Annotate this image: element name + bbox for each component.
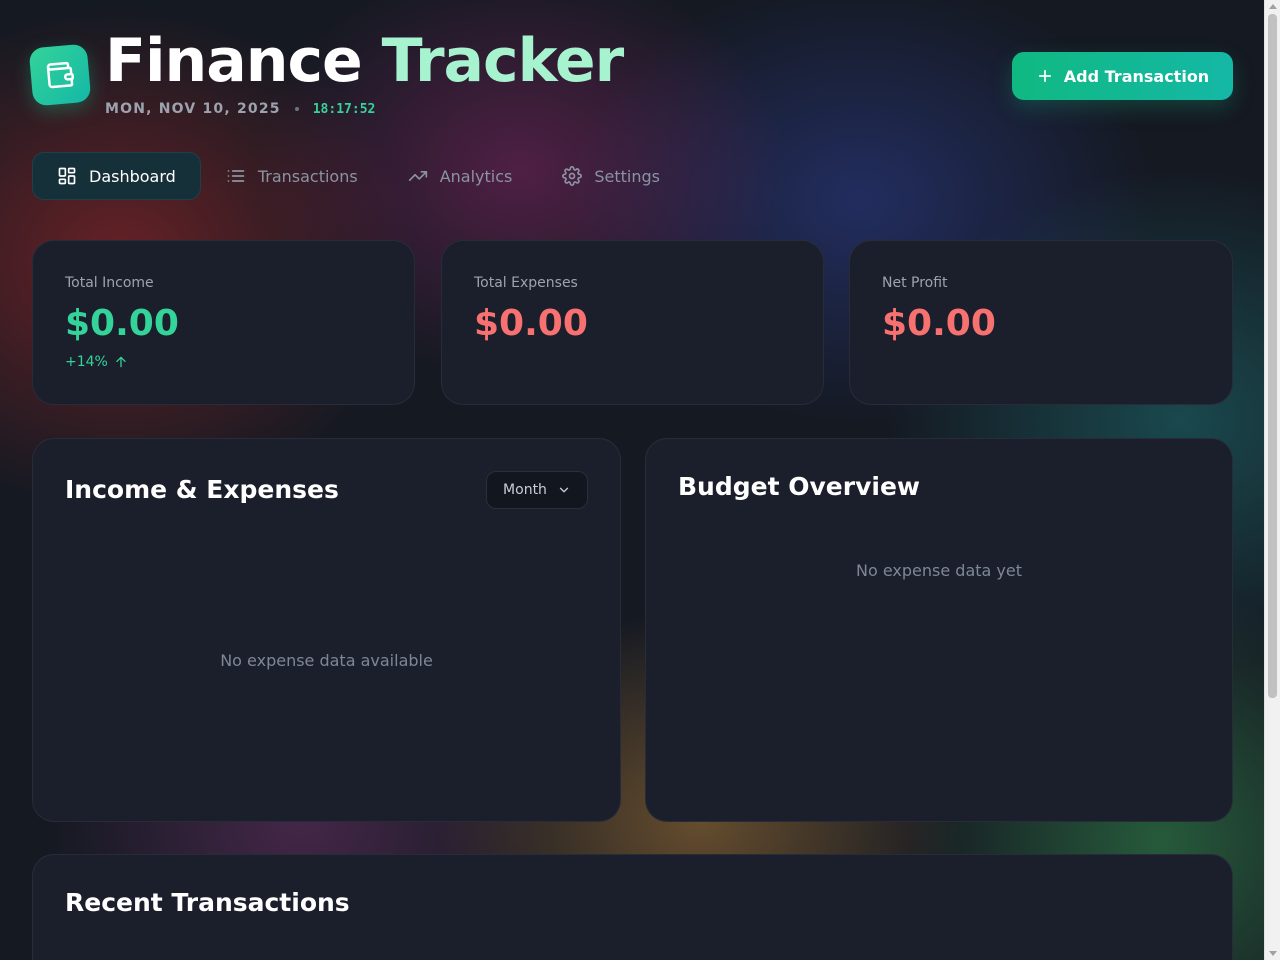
- current-time: 18:17:52: [312, 101, 376, 117]
- app-title-part2: Tracker: [381, 26, 625, 96]
- dashboard-grid-icon: [57, 166, 77, 186]
- tab-label: Transactions: [257, 166, 358, 186]
- add-transaction-button[interactable]: Add Transaction: [1012, 52, 1233, 100]
- total-income-card: Total Income $0.00 +14%: [32, 240, 415, 405]
- empty-state-text: No expense data yet: [856, 561, 1022, 580]
- stat-label: Net Profit: [882, 275, 948, 291]
- scrollbar-thumb[interactable]: [1268, 14, 1277, 698]
- panel-title: Recent Transactions: [65, 888, 350, 917]
- trending-up-icon: [408, 166, 428, 186]
- stat-label: Total Expenses: [474, 275, 578, 291]
- change-value: +14%: [65, 354, 108, 370]
- tab-analytics[interactable]: Analytics: [383, 152, 538, 200]
- period-select[interactable]: Month: [486, 471, 588, 509]
- scroll-down-arrow-icon[interactable]: [1269, 951, 1277, 956]
- arrow-up-icon: [114, 355, 128, 369]
- wallet-logo-icon: [28, 43, 92, 107]
- budget-overview-panel: Budget Overview No expense data yet: [645, 438, 1233, 822]
- scroll-up-arrow-icon[interactable]: [1269, 4, 1277, 9]
- stat-value: $0.00: [882, 303, 996, 344]
- add-transaction-label: Add Transaction: [1063, 66, 1210, 86]
- nav-tabs: Dashboard Transactions Analytics Setting…: [32, 152, 685, 200]
- list-icon: [226, 166, 246, 186]
- tab-label: Settings: [594, 166, 660, 186]
- gear-icon: [562, 166, 583, 186]
- stat-value: $0.00: [474, 303, 588, 344]
- empty-state-text: No expense data available: [220, 651, 433, 670]
- chevron-down-icon: [557, 483, 571, 497]
- total-expenses-card: Total Expenses $0.00: [441, 240, 824, 405]
- income-change: +14%: [65, 354, 128, 370]
- date-time-line: MON, NOV 10, 2025 18:17:52: [105, 101, 375, 117]
- income-expenses-panel: Income & Expenses Month No expense data …: [32, 438, 621, 822]
- page-scrollbar[interactable]: [1264, 0, 1280, 960]
- recent-transactions-panel: Recent Transactions: [32, 854, 1233, 960]
- tab-label: Analytics: [439, 166, 513, 186]
- period-select-value: Month: [503, 482, 547, 498]
- stat-label: Total Income: [65, 275, 154, 291]
- panel-title: Income & Expenses: [65, 475, 339, 504]
- current-date: MON, NOV 10, 2025: [105, 101, 281, 117]
- net-profit-card: Net Profit $0.00: [849, 240, 1233, 405]
- separator-dot: [294, 107, 299, 111]
- panel-title: Budget Overview: [678, 472, 921, 501]
- tab-label: Dashboard: [89, 166, 176, 186]
- stat-value: $0.00: [65, 303, 179, 344]
- plus-icon: [1036, 67, 1054, 85]
- tab-transactions[interactable]: Transactions: [201, 152, 383, 200]
- app-title: Finance Tracker: [105, 26, 625, 96]
- app-title-part1: Finance: [105, 26, 363, 96]
- tab-settings[interactable]: Settings: [537, 152, 685, 200]
- tab-dashboard[interactable]: Dashboard: [32, 152, 201, 200]
